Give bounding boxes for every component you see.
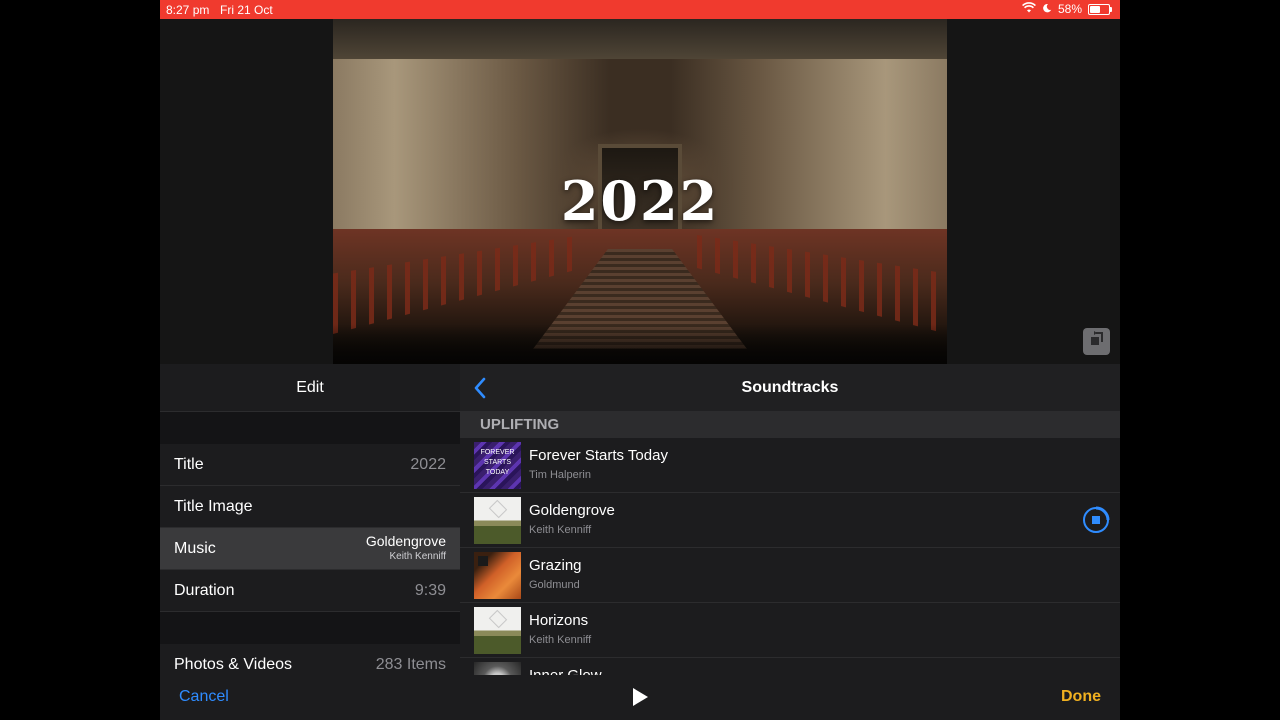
row-title-image-label: Title Image <box>174 498 253 515</box>
track-row[interactable]: FOREVER STARTS TODAY Forever Starts Toda… <box>460 438 1120 493</box>
play-button[interactable] <box>630 687 650 707</box>
music-artist-name: Keith Kenniff <box>389 551 446 562</box>
row-duration-label: Duration <box>174 582 235 599</box>
album-art <box>474 662 521 675</box>
row-title-image[interactable]: Title Image <box>160 486 460 528</box>
album-art-text: FOREVER STARTS TODAY <box>480 449 515 476</box>
status-time: 8:27 pm <box>166 3 210 17</box>
tomb-corridor-photo: 2022 <box>333 19 947 364</box>
battery-percent: 58% <box>1057 2 1082 16</box>
section-header-uplifting: UPLIFTING <box>460 412 1120 438</box>
row-music-label: Music <box>174 540 216 557</box>
moon-icon <box>1042 2 1052 16</box>
done-button[interactable]: Done <box>1061 688 1101 706</box>
track-row[interactable]: Goldengrove Keith Kenniff <box>460 493 1120 548</box>
battery-fill <box>1090 5 1100 13</box>
track-artist: Goldmund <box>529 579 580 591</box>
album-art <box>474 497 521 544</box>
rotate-icon <box>1088 330 1106 353</box>
section-spacer <box>160 412 460 444</box>
status-bar: 8:27 pm Fri 21 Oct 58% <box>160 0 1120 19</box>
track-name: Goldengrove <box>529 502 615 519</box>
status-right-group: 58% <box>1022 2 1112 16</box>
track-row[interactable]: Grazing Goldmund <box>460 548 1120 603</box>
row-title-label: Title <box>174 456 204 473</box>
movie-title-overlay: 2022 <box>560 169 720 233</box>
track-name: Grazing <box>529 557 582 574</box>
movie-preview[interactable]: 2022 <box>160 19 1120 364</box>
track-artist: Keith Kenniff <box>529 524 592 536</box>
row-music-value: Goldengrove Keith Kenniff <box>366 534 446 564</box>
row-duration-value: 9:39 <box>414 582 446 599</box>
row-photos-videos-label: Photos & Videos <box>174 656 293 673</box>
row-title[interactable]: Title 2022 <box>160 444 460 486</box>
play-icon <box>633 688 648 706</box>
track-name: Forever Starts Today <box>529 447 668 464</box>
track-row[interactable]: Inner Glow <box>460 658 1120 675</box>
track-artist: Keith Kenniff <box>529 634 592 646</box>
album-art: FOREVER STARTS TODAY <box>474 442 521 489</box>
photo-ceiling <box>333 19 947 59</box>
album-art <box>474 607 521 654</box>
edit-panel-title: Edit <box>160 364 460 412</box>
track-name: Inner Glow <box>529 667 602 675</box>
soundtracks-header: Soundtracks <box>460 364 1120 412</box>
track-artist: Tim Halperin <box>529 469 591 481</box>
track-name: Horizons <box>529 612 589 629</box>
soundtracks-panel: Soundtracks UPLIFTING FOREVER STARTS TOD… <box>460 364 1120 675</box>
status-date: Fri 21 Oct <box>220 3 273 17</box>
wifi-icon <box>1022 2 1036 16</box>
edit-panel: Edit Title 2022 Title Image Music Golden… <box>160 364 460 686</box>
section-spacer <box>160 612 460 644</box>
stop-preview-icon[interactable] <box>1082 506 1110 534</box>
cancel-button[interactable]: Cancel <box>179 688 229 706</box>
album-art <box>474 552 521 599</box>
track-row[interactable]: Horizons Keith Kenniff <box>460 603 1120 658</box>
row-duration[interactable]: Duration 9:39 <box>160 570 460 612</box>
row-title-value: 2022 <box>410 456 446 473</box>
soundtracks-title: Soundtracks <box>741 379 839 396</box>
rotate-button[interactable] <box>1083 328 1110 355</box>
row-music[interactable]: Music Goldengrove Keith Kenniff <box>160 528 460 570</box>
photo-bottom-shade <box>333 324 947 364</box>
battery-icon <box>1088 3 1112 15</box>
ipad-screen: 8:27 pm Fri 21 Oct 58% 2022 Edit Title 2… <box>160 0 1120 720</box>
music-track-name: Goldengrove <box>365 533 446 549</box>
row-photos-videos-value: 283 Items <box>375 656 446 673</box>
bottom-toolbar: Cancel Done <box>160 675 1120 720</box>
